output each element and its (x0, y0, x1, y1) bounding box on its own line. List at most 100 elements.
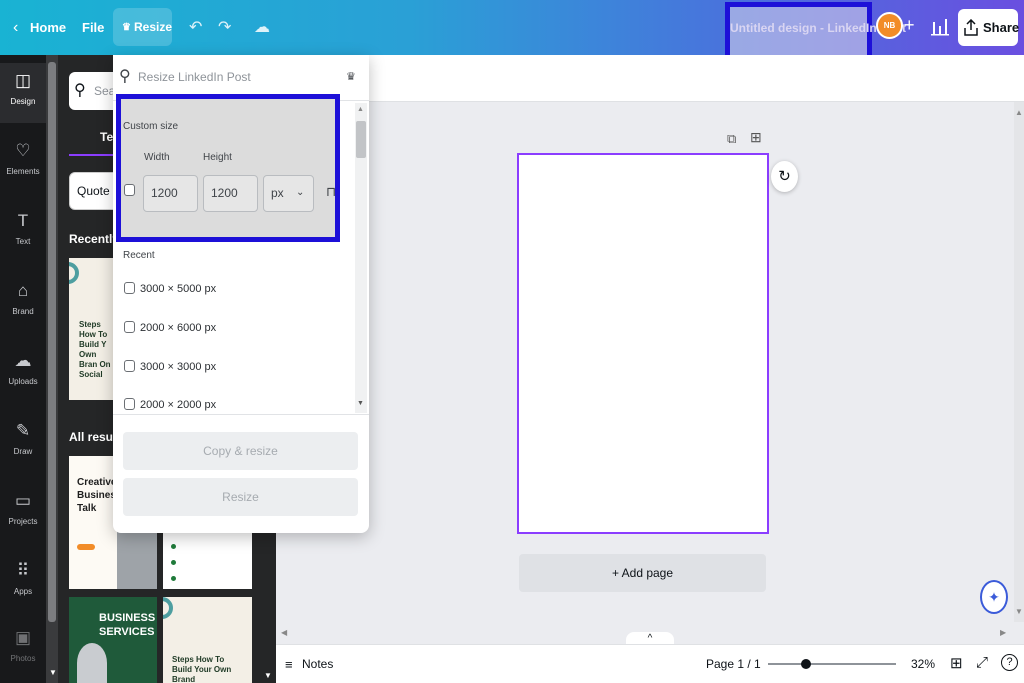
recent-size-label: 2000 × 6000 px (140, 322, 217, 334)
add-page-icon[interactable]: ⊞ (750, 129, 762, 146)
unit-select[interactable]: px ⌄ (263, 175, 314, 212)
design-page[interactable] (517, 153, 769, 534)
resize-confirm-button[interactable]: Resize (123, 478, 358, 516)
unit-select-value: px (271, 186, 284, 200)
notes-button[interactable]: Notes (302, 657, 333, 671)
panel-scroll-down-icon[interactable]: ▼ (264, 671, 272, 680)
thumb-bullet (171, 560, 176, 565)
add-page-button[interactable]: + Add page (519, 554, 766, 592)
panel-scroll-thumb[interactable] (48, 62, 56, 622)
scroll-right-icon[interactable]: ▶ (1000, 628, 1006, 637)
recent-size-checkbox[interactable] (124, 321, 135, 333)
width-label: Width (144, 152, 170, 163)
file-menu-button[interactable]: File (82, 0, 104, 55)
undo-icon[interactable]: ↶ (189, 17, 202, 37)
scroll-left-icon[interactable]: ◀ (281, 628, 287, 637)
rail-label: Text (15, 237, 31, 246)
tab-underline (69, 154, 113, 156)
rail-item-draw[interactable]: ✎ Draw (0, 413, 46, 473)
template-thumbnail[interactable]: Steps How To Build Your Own Brand (163, 597, 252, 683)
recent-size-checkbox[interactable] (124, 360, 135, 372)
redo-icon[interactable]: ↷ (218, 17, 231, 37)
scroll-down-icon[interactable]: ▼ (357, 400, 364, 407)
highlight-box-custom-size (116, 94, 340, 242)
chevron-left-icon[interactable]: ‹ (13, 0, 18, 55)
thumb-text: Creative Business Talk (77, 477, 122, 514)
width-input[interactable]: 1200 (143, 175, 198, 212)
rail-item-elements[interactable]: ♡ Elements (0, 133, 46, 193)
thumb-circle-decoration (163, 597, 173, 619)
recent-size-checkbox[interactable] (124, 282, 135, 294)
zoom-level[interactable]: 32% (911, 657, 935, 671)
thumb-bullet (171, 544, 176, 549)
uploads-icon: ☁ (14, 351, 32, 370)
height-input[interactable]: 1200 (203, 175, 258, 212)
projects-icon: ▭ (14, 491, 32, 510)
panel-scroll-down-icon[interactable]: ▼ (49, 668, 57, 677)
recent-size-label: 3000 × 3000 px (140, 361, 217, 373)
draw-icon: ✎ (15, 421, 31, 440)
scroll-down-icon[interactable]: ▼ (1015, 607, 1023, 616)
help-icon[interactable]: ? (1001, 654, 1018, 671)
popover-scroll-thumb[interactable] (356, 121, 366, 158)
rail-item-projects[interactable]: ▭ Projects (0, 483, 46, 543)
custom-size-label: Custom size (123, 121, 179, 132)
brand-icon: ⌂ (17, 281, 29, 300)
photos-icon: ▣ (14, 628, 32, 647)
grid-view-icon[interactable]: ⊞ (950, 654, 963, 672)
rail-label: Photos (10, 654, 36, 663)
bar-chart-icon[interactable] (931, 18, 949, 36)
lock-aspect-icon[interactable]: ⊓ (326, 184, 336, 200)
scroll-up-icon[interactable]: ▲ (357, 106, 364, 113)
text-icon: T (17, 211, 29, 230)
rail-item-brand[interactable]: ⌂ Brand (0, 273, 46, 333)
fullscreen-icon[interactable]: ⤢ (976, 654, 988, 671)
recent-size-label: 3000 × 5000 px (140, 283, 217, 295)
copy-and-resize-button[interactable]: Copy & resize (123, 432, 358, 470)
home-button[interactable]: Home (30, 0, 66, 55)
recent-size-checkbox[interactable] (124, 398, 135, 410)
recent-size-label: 2000 × 2000 px (140, 399, 217, 411)
elements-icon: ♡ (15, 141, 31, 160)
rail-label: Elements (6, 167, 40, 176)
thumb-accent (77, 544, 95, 550)
recent-label: Recent (123, 250, 155, 261)
zoom-slider[interactable] (768, 663, 896, 665)
rail-item-design[interactable]: ◫ Design (0, 63, 46, 123)
chevron-down-icon: ⌄ (296, 187, 305, 198)
rail-item-uploads[interactable]: ☁ Uploads (0, 343, 46, 403)
zoom-slider-handle[interactable] (801, 659, 811, 669)
upload-icon (964, 19, 978, 36)
resize-button-label: Resize (134, 20, 173, 34)
resize-crown-icon: ♛ (122, 22, 131, 33)
template-thumbnail[interactable]: Steps How To Build Y Own Bran On Social (69, 258, 113, 400)
thumb-text: Steps How To Build Y Own Bran On Social (79, 320, 111, 379)
rail-item-text[interactable]: T Text (0, 203, 46, 263)
rail-label: Design (10, 97, 36, 106)
divider (113, 414, 369, 415)
filter-chip-quote[interactable]: Quote (69, 172, 119, 210)
search-icon: ⚲ (74, 82, 86, 99)
magic-sparkle-icon[interactable]: ✦ (980, 580, 1008, 614)
thumb-circle-decoration (69, 262, 79, 284)
refresh-icon[interactable]: ↻ (771, 161, 798, 192)
duplicate-page-icon[interactable]: ⧉ (727, 131, 736, 147)
scroll-up-icon[interactable]: ▲ (1015, 108, 1023, 117)
avatar[interactable]: NB (876, 12, 903, 39)
cloud-check-icon[interactable]: ☁ (254, 17, 270, 37)
rail-item-photos[interactable]: ▣ Photos (0, 620, 46, 683)
resize-search-input[interactable]: Resize LinkedIn Post (138, 70, 251, 84)
canvas-vertical-scrollbar[interactable] (1014, 102, 1024, 622)
notes-icon[interactable]: ≡ (285, 657, 293, 672)
custom-size-checkbox[interactable] (124, 184, 135, 196)
rail-item-apps[interactable]: ⠿ Apps (0, 553, 46, 613)
share-button[interactable]: Share (958, 9, 1019, 46)
thumb-photo (77, 643, 107, 683)
crown-icon: ♛ (346, 71, 356, 83)
template-thumbnail[interactable]: BUSINESS SERVICES (69, 597, 157, 683)
page-indicator[interactable]: Page 1 / 1 (706, 657, 761, 671)
thumb-text: Steps How To Build Your Own Brand (172, 655, 232, 683)
plus-icon[interactable]: + (904, 15, 915, 36)
tab-templates[interactable]: Te (100, 130, 113, 144)
rail-label: Uploads (8, 377, 38, 386)
